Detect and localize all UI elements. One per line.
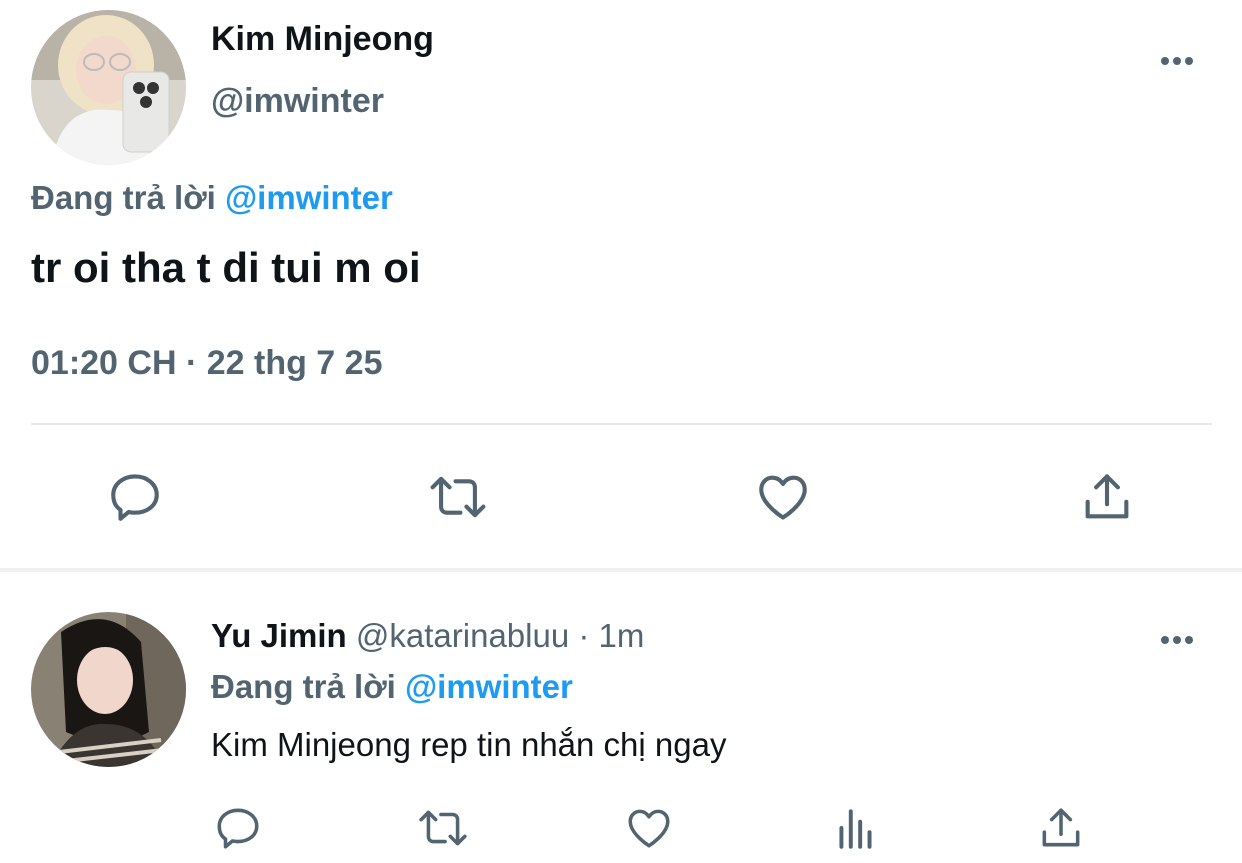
avatar-photo: [31, 10, 186, 165]
replying-prefix: Đang trả lời: [211, 668, 396, 705]
replying-mention-link[interactable]: @imwinter: [225, 179, 393, 216]
share-icon: [1085, 474, 1129, 519]
retweet-icon: [430, 476, 486, 518]
reply-retweet-button[interactable]: [414, 800, 472, 856]
reply-display-name[interactable]: Yu Jimin: [211, 617, 347, 654]
retweet-button[interactable]: [423, 465, 493, 529]
share-button[interactable]: [1072, 465, 1142, 529]
reply-icon: [217, 808, 259, 849]
divider: [31, 423, 1212, 425]
reply-separator: ·: [578, 617, 590, 654]
replying-prefix: Đang trả lời: [31, 179, 216, 216]
views-icon: [839, 809, 872, 849]
reply-views-button[interactable]: [828, 800, 884, 856]
avatar-photo: [31, 612, 186, 767]
display-name[interactable]: Kim Minjeong: [211, 20, 434, 59]
section-divider: [0, 568, 1242, 572]
more-options-icon[interactable]: [1161, 52, 1201, 72]
reply-like-button[interactable]: [621, 800, 677, 856]
reply-text: Kim Minjeong rep tin nhắn chị ngay: [211, 726, 727, 763]
like-icon: [759, 475, 807, 520]
reply-button[interactable]: [100, 465, 170, 529]
handle[interactable]: @imwinter: [211, 82, 384, 121]
reply-handle[interactable]: @katarinabluu: [356, 617, 569, 654]
retweet-icon: [419, 810, 467, 846]
reply-replying-to: Đang trả lời @imwinter: [211, 668, 573, 706]
replying-mention-link[interactable]: @imwinter: [405, 668, 573, 705]
replying-to: Đang trả lời @imwinter: [31, 179, 393, 217]
tweet-timestamp[interactable]: 01:20 CH · 22 thg 7 25: [31, 344, 382, 383]
share-icon: [1042, 808, 1080, 847]
like-icon: [628, 809, 670, 848]
avatar-yu-jimin[interactable]: [31, 612, 186, 767]
tweet-text: tr oi tha t di tui m oi: [31, 244, 421, 291]
avatar-kim-minjeong[interactable]: [31, 10, 186, 165]
reply-header: Yu Jimin @katarinabluu · 1m: [211, 617, 644, 655]
reply-reply-button[interactable]: [210, 800, 266, 856]
reply-icon: [111, 474, 159, 521]
reply-time[interactable]: 1m: [599, 617, 645, 654]
reply-share-button[interactable]: [1033, 800, 1089, 856]
reply-more-options-icon[interactable]: [1161, 631, 1201, 651]
like-button[interactable]: [748, 465, 818, 529]
